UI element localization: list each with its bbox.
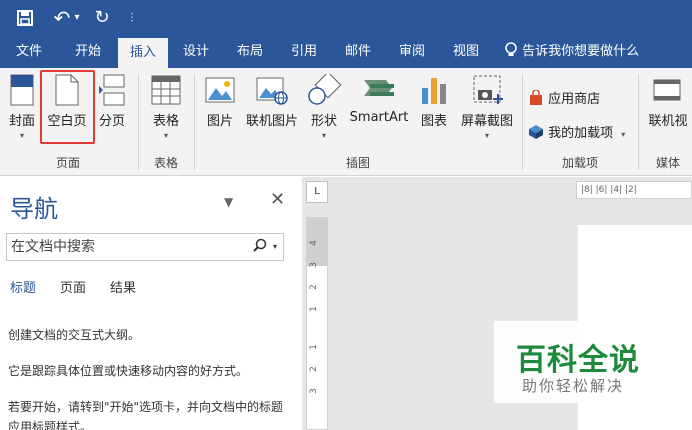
- group-addins-label: 加载项: [561, 156, 598, 170]
- chevron-down-icon: ▾: [621, 130, 626, 139]
- group-divider: [638, 74, 639, 170]
- picture-button[interactable]: 图片: [200, 74, 240, 154]
- cover-page-label: 封面: [8, 114, 35, 129]
- tab-headings[interactable]: 标题: [10, 277, 36, 296]
- tab-results[interactable]: 结果: [110, 277, 136, 296]
- page-break-icon: [99, 74, 125, 106]
- online-video-button[interactable]: 联机视: [644, 74, 692, 154]
- group-divider: [138, 74, 139, 170]
- ribbon-tabs: 文件 开始 插入 设计 布局 引用 邮件 审阅 视图 告诉我你想要做什么: [0, 36, 692, 68]
- group-divider: [522, 74, 523, 170]
- chevron-down-icon: ▾: [163, 131, 168, 140]
- screenshot-icon: [473, 75, 503, 104]
- tell-me-label: 告诉我你想要做什么: [522, 44, 640, 59]
- shapes-icon: [308, 74, 341, 105]
- ruler-number: 3: [308, 388, 319, 394]
- smartart-label: SmartArt: [349, 110, 409, 125]
- smartart-icon: [364, 80, 394, 96]
- app-store-label: 应用商店: [548, 92, 601, 107]
- watermark: 百科全说 助你轻松解决: [494, 321, 692, 403]
- tab-pages[interactable]: 页面: [60, 277, 86, 296]
- undo-dropdown-icon[interactable]: ▾: [72, 6, 82, 30]
- page-break-label: 分页: [98, 114, 125, 129]
- search-icon[interactable]: [253, 238, 267, 256]
- ruler-number: 2: [308, 284, 319, 290]
- undo-icon[interactable]: ↶: [52, 6, 72, 30]
- tab-layout[interactable]: 布局: [226, 36, 274, 68]
- tab-view[interactable]: 视图: [442, 36, 490, 68]
- online-picture-label: 联机图片: [245, 114, 298, 129]
- tab-design[interactable]: 设计: [172, 36, 220, 68]
- group-pages-label: 页面: [55, 156, 80, 170]
- shapes-label: 形状: [310, 114, 337, 129]
- tab-insert[interactable]: 插入: [118, 38, 168, 68]
- tell-me-box[interactable]: 告诉我你想要做什么: [504, 36, 639, 68]
- cover-page-button[interactable]: 封面 ▾: [4, 74, 40, 154]
- save-icon[interactable]: [14, 6, 36, 30]
- chevron-down-icon: ▾: [19, 131, 24, 140]
- screenshot-label: 屏幕截图: [460, 114, 513, 129]
- close-icon[interactable]: ✕: [270, 189, 285, 210]
- online-video-label: 联机视: [648, 114, 688, 129]
- chevron-down-icon: ▾: [484, 131, 489, 140]
- chart-button[interactable]: 图表: [416, 74, 452, 154]
- group-divider: [194, 74, 195, 170]
- navigation-pane: 导航 ▼ ✕ ▾ 标题 页面 结果 创建文档的交互式大纲。 它是跟踪具体位置或快…: [0, 177, 302, 430]
- nav-title: 导航: [10, 195, 58, 223]
- tab-file[interactable]: 文件: [4, 36, 54, 68]
- my-addins-button[interactable]: 我的加载项 ▾: [528, 122, 625, 141]
- group-media-label: 媒体: [655, 156, 680, 170]
- nav-help-text-1: 创建文档的交互式大纲。: [8, 328, 141, 342]
- search-input[interactable]: [7, 234, 237, 260]
- my-addins-label: 我的加载项: [548, 126, 614, 141]
- tab-review[interactable]: 审阅: [388, 36, 436, 68]
- ruler-number: 4: [308, 240, 319, 246]
- addins-cube-icon: [529, 125, 543, 139]
- table-label: 表格: [152, 114, 179, 129]
- tab-references[interactable]: 引用: [280, 36, 328, 68]
- shapes-button[interactable]: 形状 ▾: [304, 74, 344, 154]
- online-picture-icon: [256, 77, 288, 105]
- chart-label: 图表: [420, 114, 447, 129]
- ruler-number: 3: [308, 262, 319, 268]
- cover-page-icon: [10, 74, 34, 106]
- lightbulb-icon: [504, 42, 522, 59]
- title-bar: ↶ ▾ ↻ ⫶: [0, 0, 692, 36]
- watermark-title: 百科全说: [516, 343, 640, 378]
- tab-selector[interactable]: L: [306, 181, 328, 203]
- tab-mailings[interactable]: 邮件: [334, 36, 382, 68]
- app-store-button[interactable]: 应用商店: [528, 88, 600, 107]
- picture-label: 图片: [206, 114, 233, 129]
- nav-help-text-2: 它是跟踪具体位置或快速移动内容的好方式。: [8, 364, 249, 378]
- horizontal-ruler[interactable]: |8| |6| |4| |2|: [576, 181, 692, 199]
- group-tables-label: 表格: [153, 156, 178, 170]
- group-illustrations-label: 插图: [345, 156, 370, 170]
- table-button[interactable]: 表格 ▾: [144, 74, 188, 154]
- chart-icon: [422, 78, 446, 104]
- table-icon: [151, 75, 181, 105]
- vertical-ruler[interactable]: 4 3 2 1 1 2 3: [306, 217, 328, 430]
- ruler-number: 2: [308, 366, 319, 372]
- tab-home[interactable]: 开始: [62, 36, 114, 68]
- store-bag-icon: [530, 89, 542, 105]
- picture-icon: [205, 77, 235, 103]
- ruler-number: 1: [308, 344, 319, 350]
- redo-icon[interactable]: ↻: [92, 6, 112, 30]
- chevron-down-icon: ▾: [321, 131, 326, 140]
- search-box: ▾: [6, 233, 284, 261]
- customize-qat-icon[interactable]: ⫶: [126, 6, 138, 30]
- ribbon-insert: 封面 ▾ 空白页 分页 页面 表格 ▾ 表格 图片 联机图片 形状 ▾ Smar…: [0, 68, 692, 176]
- search-options-icon[interactable]: ▾: [273, 242, 277, 251]
- screenshot-button[interactable]: 屏幕截图 ▾: [456, 74, 518, 154]
- online-video-icon: [653, 79, 681, 101]
- highlight-annotation: [40, 70, 95, 144]
- nav-help-text-3: 若要开始，请转到"开始"选项卡，并向文档中的标题应用标题样式。: [8, 400, 284, 430]
- smartart-button[interactable]: SmartArt: [346, 74, 412, 154]
- page-break-button[interactable]: 分页: [94, 74, 130, 154]
- online-picture-button[interactable]: 联机图片: [242, 74, 302, 154]
- ruler-number: 1: [308, 306, 319, 312]
- watermark-subtitle: 助你轻松解决: [522, 377, 625, 395]
- pane-options-icon[interactable]: ▼: [224, 195, 233, 209]
